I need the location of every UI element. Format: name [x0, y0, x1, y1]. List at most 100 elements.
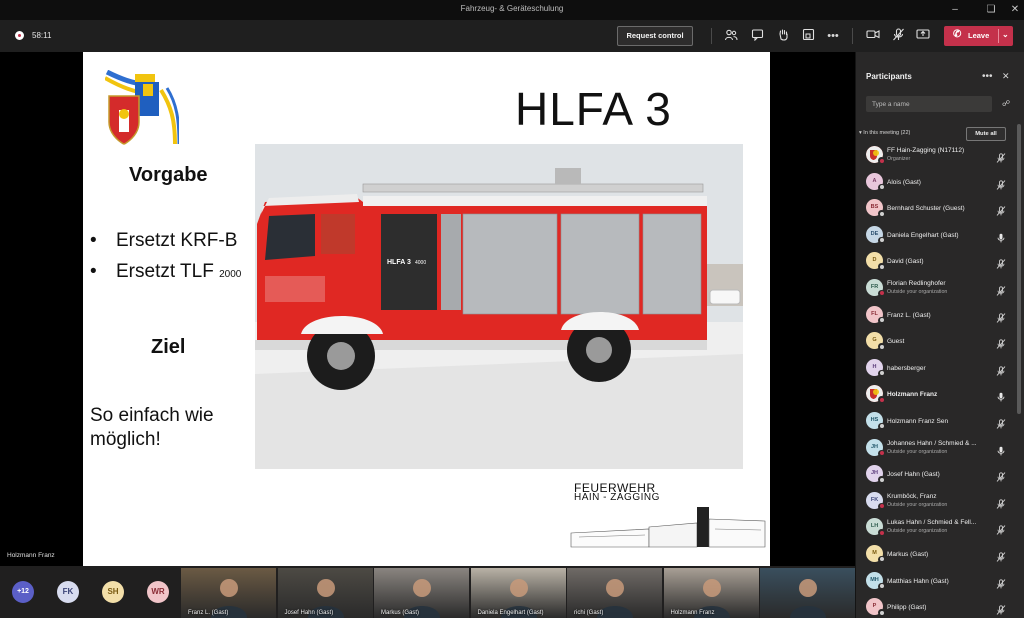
- participant-row[interactable]: HS Holzmann Franz Sen: [856, 408, 1016, 435]
- mic-off-icon[interactable]: [996, 336, 1006, 349]
- presence-status-icon: [878, 555, 885, 563]
- participant-subtitle: Outside your organization: [887, 501, 948, 508]
- video-tile-name: richi (Gast): [574, 610, 604, 616]
- panel-scrollbar[interactable]: [1017, 124, 1021, 414]
- participant-row[interactable]: FR Florian Redlinghofer Outside your organ…: [856, 275, 1016, 302]
- raise-hand-icon[interactable]: [775, 28, 791, 44]
- participant-name: Holzmann Franz Sen: [887, 417, 949, 425]
- presence-status-icon: [878, 396, 885, 404]
- video-tile-name: Holzmann Franz: [670, 610, 715, 616]
- goal-text: So einfach wie möglich!: [90, 405, 214, 450]
- more-options-icon[interactable]: •••: [982, 71, 993, 82]
- avatar-initials: BS: [870, 204, 879, 211]
- participant-row[interactable]: Holzmann Franz: [856, 381, 1016, 408]
- mic-icon[interactable]: [996, 230, 1006, 243]
- participant-name: Bernhard Schuster (Guest): [887, 205, 965, 213]
- video-tile[interactable]: Josef Hahn (Gast): [277, 568, 373, 618]
- avatar: G: [866, 332, 885, 351]
- participant-row[interactable]: LH Lukas Hahn / Schmied & Fell... Outside …: [856, 514, 1016, 541]
- participant-name: Johannes Hahn / Schmied & ...: [887, 439, 977, 447]
- in-meeting-section-header[interactable]: ▾ In this meeting (22): [859, 130, 910, 136]
- participant-row[interactable]: D David (Gast): [856, 248, 1016, 275]
- mic-off-icon[interactable]: [996, 177, 1006, 190]
- participant-row[interactable]: JH Josef Hahn (Gast): [856, 461, 1016, 488]
- video-tile-name: Daniela Engelhart (Gast): [477, 610, 544, 616]
- gallery-avatar[interactable]: SH: [102, 581, 124, 603]
- mic-off-icon[interactable]: [996, 150, 1006, 163]
- slide-title: HLFA 3: [515, 83, 672, 135]
- video-tile[interactable]: Daniela Engelhart (Gast): [470, 568, 566, 618]
- mic-off-icon[interactable]: [996, 469, 1006, 482]
- mute-all-button[interactable]: Mute all: [966, 127, 1006, 141]
- more-actions-icon[interactable]: •••: [825, 28, 841, 44]
- camera-off-icon[interactable]: [865, 28, 881, 44]
- avatar-initials: MH: [870, 576, 879, 583]
- mic-off-icon[interactable]: [996, 363, 1006, 376]
- presence-status-icon: [878, 609, 885, 617]
- mic-icon[interactable]: [996, 389, 1006, 402]
- participant-search-input[interactable]: [866, 96, 992, 112]
- participant-row[interactable]: DE Daniela Engelhart (Gast): [856, 222, 1016, 249]
- toolbar-divider: [852, 28, 853, 44]
- participant-row[interactable]: JH Johannes Hahn / Schmied & ... Outside y…: [856, 435, 1016, 462]
- participant-row[interactable]: A Alois (Gast): [856, 169, 1016, 196]
- presentation-slide: HLFA 3 Vorgabe Ersetzt KRF-B Ersetzt TLF…: [83, 52, 770, 566]
- chevron-down-icon[interactable]: ⌄: [1002, 30, 1009, 39]
- gallery-avatar[interactable]: FK: [57, 581, 79, 603]
- participant-row[interactable]: G Guest: [856, 328, 1016, 355]
- close-panel-icon[interactable]: ✕: [1002, 71, 1010, 82]
- video-tile[interactable]: Holzmann Franz: [663, 568, 759, 618]
- participants-icon[interactable]: [723, 28, 739, 44]
- mic-icon[interactable]: [996, 443, 1006, 455]
- participants-panel: Participants ••• ✕ ☍ ▾ In this meeting (…: [855, 52, 1024, 618]
- video-tile-name: Josef Hahn (Gast): [284, 610, 334, 616]
- close-window-icon[interactable]: ✕: [1002, 2, 1024, 18]
- avatar: FK: [866, 491, 885, 510]
- participant-row[interactable]: Hhabersberger: [856, 355, 1016, 382]
- participant-row[interactable]: FL Franz L. (Gast): [856, 302, 1016, 329]
- participant-row[interactable]: BS Bernhard Schuster (Guest): [856, 195, 1016, 222]
- participant-row[interactable]: FK Krumböck, Franz Outside your organizati…: [856, 488, 1016, 515]
- video-tile[interactable]: Markus (Gast): [374, 568, 469, 618]
- video-tile-name: Franz L. (Gast): [188, 610, 229, 616]
- overflow-count-badge[interactable]: +12: [12, 581, 34, 603]
- request-control-button[interactable]: Request control: [617, 26, 693, 46]
- participant-row[interactable]: P Philipp (Gast): [856, 594, 1016, 618]
- mic-off-icon[interactable]: [996, 283, 1006, 296]
- share-invite-icon[interactable]: ☍: [1002, 99, 1010, 108]
- mic-off-icon[interactable]: [996, 310, 1006, 323]
- avatar: A: [866, 172, 885, 191]
- mic-off-icon[interactable]: [890, 28, 906, 44]
- breakout-rooms-icon[interactable]: [800, 28, 816, 44]
- mic-off-icon[interactable]: [996, 416, 1006, 429]
- video-tile[interactable]: [760, 568, 855, 618]
- leave-button[interactable]: ✆ Leave ⌄: [944, 26, 1013, 46]
- participant-name: Lukas Hahn / Schmied & Fell...: [887, 519, 977, 527]
- fire-truck-photo: HLFA 3 4000: [255, 144, 743, 469]
- mic-off-icon[interactable]: [996, 549, 1006, 562]
- mic-off-icon[interactable]: [996, 576, 1006, 589]
- restore-icon[interactable]: ❏: [978, 2, 1004, 18]
- mic-off-icon[interactable]: [996, 496, 1006, 509]
- presence-status-icon: [878, 529, 885, 537]
- truck-label: HLFA 3: [387, 259, 411, 266]
- avatar: D: [866, 252, 885, 271]
- gallery-avatar[interactable]: WR: [147, 581, 169, 603]
- mic-off-icon[interactable]: [996, 522, 1006, 536]
- participant-row[interactable]: FF Hain-Zagging (N17112) Organizer: [856, 142, 1016, 169]
- mic-off-icon[interactable]: [996, 256, 1006, 270]
- video-tile[interactable]: richi (Gast): [567, 568, 662, 618]
- chat-icon[interactable]: [749, 28, 765, 44]
- presence-status-icon: [878, 236, 885, 244]
- share-screen-icon[interactable]: [915, 28, 931, 44]
- minimize-icon[interactable]: –: [942, 2, 968, 18]
- avatar-initials: M: [872, 549, 877, 556]
- video-tile[interactable]: Franz L. (Gast): [181, 568, 276, 618]
- participant-row[interactable]: M Markus (Gast): [856, 541, 1016, 568]
- mic-off-icon[interactable]: [996, 602, 1006, 615]
- participant-row[interactable]: MH Matthias Hahn (Gast): [856, 568, 1016, 595]
- participant-name: Philipp (Gast): [887, 604, 927, 612]
- bullet-item: Ersetzt KRF-B: [89, 230, 241, 261]
- participant-name: Franz L. (Gast): [887, 311, 931, 319]
- mic-off-icon[interactable]: [996, 203, 1006, 216]
